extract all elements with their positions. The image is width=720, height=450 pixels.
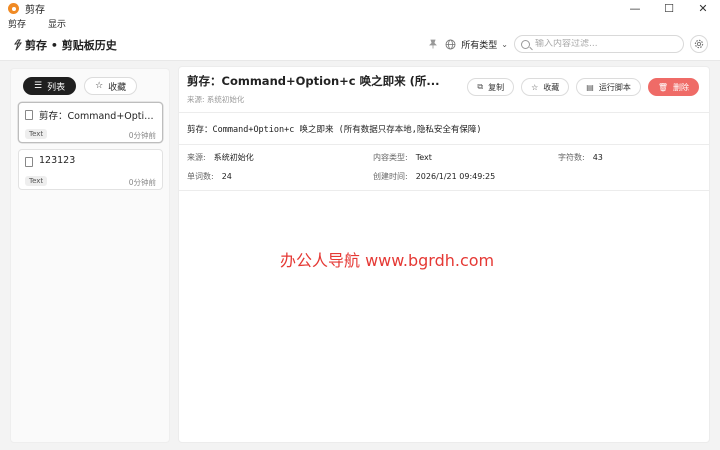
copy-button[interactable]: ⧉ 复制 [467,78,515,96]
tab-list-label: 列表 [47,82,66,93]
meta-chars-label: 字符数: [558,153,585,162]
clip-item[interactable]: 剪存：Command+Option+... Text 0分钟前 [18,102,163,143]
watermark-text: 办公人导航 www.bgrdh.com [280,251,495,270]
meta-type: 内容类型: Text [373,152,432,163]
window-controls: — ☐ ✕ [618,0,720,17]
document-icon [25,110,33,120]
trash-icon: 🗑 [657,82,668,92]
copy-button-label: 复制 [488,82,505,92]
delete-button-label: 删除 [673,82,689,92]
menu-bar: 剪存 显示 [0,17,720,30]
clip-content[interactable]: 剪存：Command+Option+c 唤之即来 (所有数据只存本地,隐私安全有… [179,112,709,145]
type-filter-label: 所有类型 [461,40,498,51]
favorite-button-label: 收藏 [543,82,560,92]
run-script-button[interactable]: ▤ 运行脚本 [576,78,641,96]
clip-item-text: 123123 [39,155,76,166]
meta-words-value: 24 [221,172,232,181]
chevron-down-icon: ⌄ [501,39,508,49]
copy-icon: ⧉ [477,82,484,91]
header-toolbar: 所有类型 ⌄ [427,35,708,53]
tab-list[interactable]: ☰ 列表 [23,77,77,95]
clip-logo-icon [14,39,22,50]
meta-source-value: 系统初始化 [213,153,254,162]
search-box[interactable] [514,35,684,53]
meta-words-label: 单词数: [187,172,214,181]
meta-source: 来源: 系统初始化 [187,152,254,163]
script-icon: ▤ [586,82,594,92]
menu-view[interactable]: 显示 [48,17,66,30]
clip-type-badge: Text [25,129,48,139]
clip-item-time: 0分钟前 [128,178,156,187]
clip-item-time: 0分钟前 [128,131,156,140]
settings-button[interactable] [690,35,708,53]
globe-icon[interactable] [444,38,456,50]
gear-icon [694,39,704,49]
detail-title: 剪存：Command+Option+c 唤之即来 (所... [187,74,440,88]
search-icon [521,39,530,49]
pin-icon[interactable] [427,38,439,50]
page-title: 剪存 • 剪贴板历史 [25,38,117,52]
meta-chars: 字符数: 43 [558,152,603,163]
clip-item-text: 剪存：Command+Option+... [39,111,159,122]
meta-created-value: 2026/1/21 09:49:25 [415,172,496,181]
favorite-button[interactable]: ☆ 收藏 [521,78,570,96]
tab-favorites-label: 收藏 [108,82,127,93]
detail-source: 来源: 系统初始化 [187,95,245,104]
minimize-button[interactable]: — [618,0,652,17]
window-titlebar: 剪存 — ☐ ✕ [0,0,720,17]
type-filter-select[interactable]: 所有类型 ⌄ [461,38,508,51]
list-icon: ☰ [34,81,43,91]
meta-type-value: Text [415,153,432,162]
close-button[interactable]: ✕ [686,0,720,17]
clip-metadata: 来源: 系统初始化 内容类型: Text 字符数: 43 单词数: 24 创建时间: 20… [179,145,709,191]
meta-type-label: 内容类型: [373,153,408,162]
meta-created: 创建时间: 2026/1/21 09:49:25 [373,171,495,182]
detail-actions: ⧉ 复制 ☆ 收藏 ▤ 运行脚本 🗑 删除 [460,78,699,96]
menu-jiancun[interactable]: 剪存 [8,17,26,30]
run-script-button-label: 运行脚本 [598,82,631,92]
star-icon: ☆ [531,82,539,92]
app-logo-icon [8,3,19,14]
clip-item[interactable]: 123123 Text 0分钟前 [18,149,163,190]
meta-source-label: 来源: [187,153,206,162]
tab-favorites[interactable]: ☆ 收藏 [84,77,138,95]
meta-words: 单词数: 24 [187,171,232,182]
window-title: 剪存 [25,5,45,16]
clip-list-panel: ☰ 列表 ☆ 收藏 剪存：Command+Option+... Text 0分钟… [10,68,170,443]
view-toggle: ☰ 列表 ☆ 收藏 [23,77,145,95]
star-icon: ☆ [95,81,104,91]
delete-button[interactable]: 🗑 删除 [647,78,699,96]
app-header: 剪存 • 剪贴板历史 所有类型 ⌄ [0,29,720,61]
maximize-button[interactable]: ☐ [652,0,686,17]
search-input[interactable] [535,39,675,49]
meta-chars-value: 43 [592,153,603,162]
document-icon [25,157,33,167]
clip-type-badge: Text [25,176,48,186]
meta-created-label: 创建时间: [373,172,408,181]
